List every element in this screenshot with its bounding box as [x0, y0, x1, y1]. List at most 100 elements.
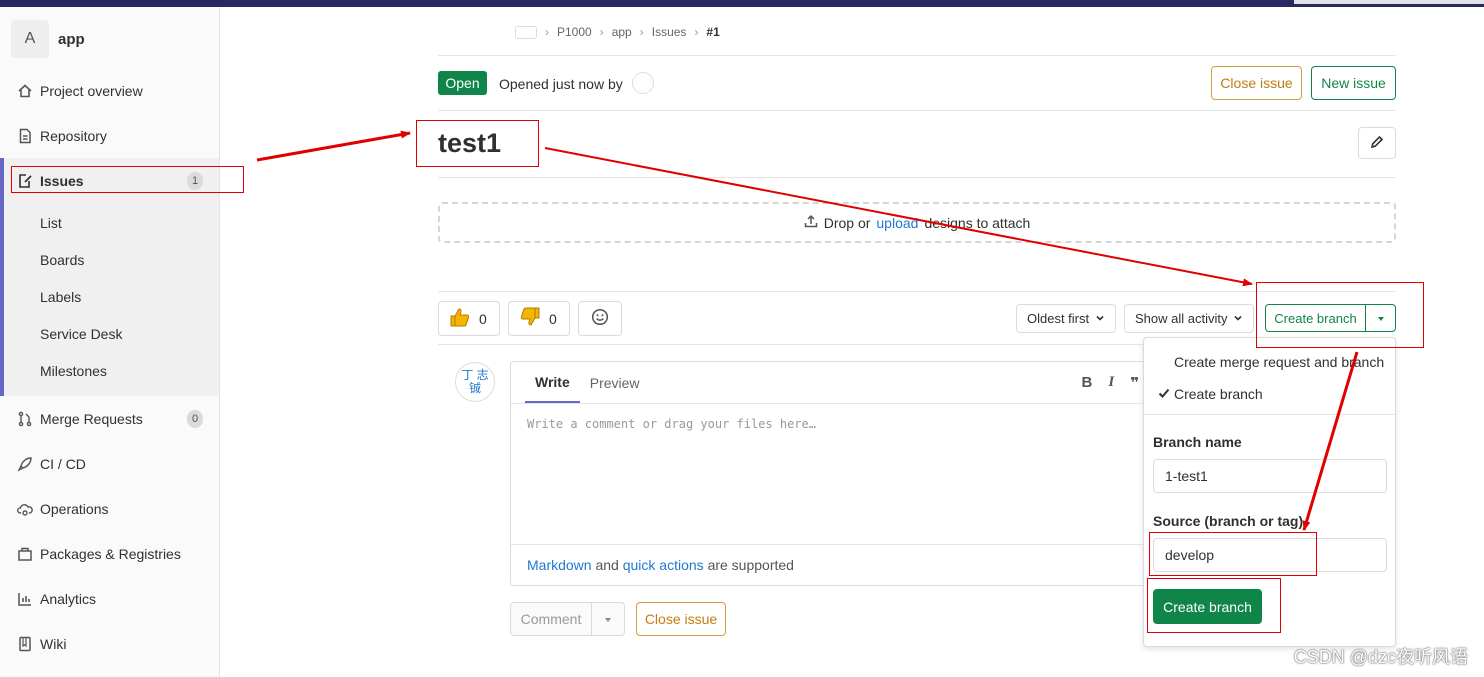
sidebar-item-ci-cd[interactable]: CI / CD — [0, 445, 219, 483]
book-icon — [17, 636, 33, 652]
project-avatar: A — [11, 20, 49, 58]
breadcrumb-item[interactable]: P1000 — [557, 25, 592, 39]
sort-order-dropdown[interactable]: Oldest first — [1016, 304, 1117, 333]
upload-link[interactable]: upload — [876, 215, 918, 231]
project-header[interactable]: A app — [11, 20, 85, 58]
sidebar: A app Project overview Repository Issues… — [0, 7, 220, 677]
sidebar-item-project-overview[interactable]: Project overview — [0, 72, 219, 110]
thumbs-up-count: 0 — [479, 310, 487, 327]
sidebar-item-packages-registries[interactable]: Packages & Registries — [0, 535, 219, 573]
option-create-branch[interactable]: Create branch — [1158, 386, 1263, 402]
breadcrumb-item[interactable]: Issues — [652, 25, 687, 39]
caret-down-icon — [603, 611, 613, 627]
issues-icon — [17, 173, 33, 189]
current-user-avatar[interactable]: 丁 志铖 — [455, 362, 495, 402]
breadcrumb-current[interactable]: #1 — [706, 25, 719, 39]
activity-filter-label: Show all activity — [1135, 311, 1228, 326]
create-branch-button[interactable]: Create branch — [1266, 305, 1366, 331]
sidebar-item-repository[interactable]: Repository — [0, 117, 219, 155]
breadcrumb-group-avatar[interactable] — [515, 25, 537, 39]
divider — [438, 55, 1396, 56]
arrow-issues-to-title — [256, 130, 411, 162]
source-input[interactable] — [1153, 538, 1387, 572]
dropdown-divider — [1144, 414, 1395, 415]
breadcrumb-separator: › — [639, 25, 644, 39]
sidebar-item-merge-requests[interactable]: Merge Requests 0 — [0, 400, 219, 438]
opened-by-text: Opened just now by — [499, 76, 623, 92]
thumbs-down-button[interactable]: 0 — [508, 301, 570, 336]
pencil-icon — [1369, 134, 1385, 153]
branch-name-input[interactable] — [1153, 459, 1387, 493]
smiley-icon — [591, 308, 609, 329]
comment-editor: Write Preview B I ❞ Write a comment or d… — [510, 361, 1160, 586]
issue-title: test1 — [438, 128, 502, 158]
breadcrumb-separator: › — [545, 25, 549, 39]
create-branch-submit-button[interactable]: Create branch — [1153, 589, 1262, 624]
merge-requests-count-badge: 0 — [187, 410, 203, 428]
top-navbar — [0, 0, 1484, 7]
design-dropzone[interactable]: Drop or upload designs to attach — [438, 202, 1396, 243]
sidebar-item-operations[interactable]: Operations — [0, 490, 219, 528]
check-icon — [1158, 386, 1170, 402]
breadcrumb-item[interactable]: app — [612, 25, 632, 39]
sidebar-item-label: Merge Requests — [40, 411, 143, 427]
home-icon — [17, 83, 33, 99]
bold-icon[interactable]: B — [1082, 374, 1093, 392]
breadcrumb: › P1000 › app › Issues › #1 — [440, 25, 720, 39]
footer-suffix: are supported — [707, 557, 794, 573]
option-create-mr-and-branch[interactable]: Create merge request and branch — [1174, 354, 1384, 370]
divider — [438, 291, 1396, 292]
sidebar-item-label: Operations — [40, 501, 109, 517]
thumbs-down-count: 0 — [549, 310, 557, 327]
editor-divider — [511, 544, 1159, 545]
create-branch-split-button: Create branch — [1265, 304, 1396, 332]
sidebar-item-label: Project overview — [40, 83, 143, 99]
tab-preview[interactable]: Preview — [580, 362, 650, 403]
comment-button[interactable]: Comment — [511, 603, 592, 635]
close-issue-bottom-button[interactable]: Close issue — [636, 602, 726, 636]
create-branch-toggle[interactable] — [1366, 305, 1395, 331]
comment-textarea[interactable]: Write a comment or drag your files here… — [527, 417, 816, 431]
sidebar-item-label: Analytics — [40, 591, 97, 607]
quick-actions-link[interactable]: quick actions — [623, 557, 704, 573]
sidebar-item-label: Repository — [40, 128, 107, 144]
italic-icon[interactable]: I — [1108, 374, 1114, 392]
sidebar-subitem-boards[interactable]: Boards — [40, 252, 84, 268]
tab-write[interactable]: Write — [525, 362, 580, 403]
new-issue-button[interactable]: New issue — [1311, 66, 1396, 100]
comment-type-toggle[interactable] — [592, 603, 624, 635]
source-label: Source (branch or tag) — [1153, 513, 1304, 529]
sidebar-item-analytics[interactable]: Analytics — [0, 580, 219, 618]
divider — [438, 110, 1396, 111]
add-reaction-button[interactable] — [578, 301, 622, 336]
chevron-down-icon — [1095, 311, 1105, 326]
breadcrumb-separator: › — [599, 25, 604, 39]
thumbs-up-button[interactable]: 0 — [438, 301, 500, 336]
thumbs-up-icon — [449, 306, 471, 331]
sidebar-subitem-milestones[interactable]: Milestones — [40, 363, 107, 379]
editor-footer: Markdown and quick actions are supported — [527, 557, 794, 573]
sidebar-subitem-service-desk[interactable]: Service Desk — [40, 326, 122, 342]
chevron-down-icon — [1233, 311, 1243, 326]
edit-title-button[interactable] — [1358, 127, 1396, 159]
status-badge: Open — [438, 71, 487, 95]
breadcrumb-separator: › — [694, 25, 699, 39]
package-icon — [17, 546, 33, 562]
sidebar-item-wiki[interactable]: Wiki — [0, 625, 219, 663]
sidebar-item-issues[interactable]: Issues 1 — [0, 162, 219, 200]
doc-icon — [17, 128, 33, 144]
markdown-link[interactable]: Markdown — [527, 557, 592, 573]
activity-filter-dropdown[interactable]: Show all activity — [1124, 304, 1255, 333]
author-avatar[interactable] — [632, 72, 654, 94]
sort-order-label: Oldest first — [1027, 311, 1090, 326]
dropzone-prefix: Drop or — [823, 214, 871, 231]
sidebar-item-label: CI / CD — [40, 456, 86, 472]
close-issue-button[interactable]: Close issue — [1211, 66, 1302, 100]
sidebar-item-label: Issues — [40, 173, 84, 189]
sidebar-subitem-list[interactable]: List — [40, 215, 62, 231]
footer-and: and — [595, 557, 619, 573]
sidebar-item-label: Wiki — [40, 636, 67, 652]
cloud-gear-icon — [17, 501, 33, 517]
sidebar-subitem-labels[interactable]: Labels — [40, 289, 81, 305]
quote-icon[interactable]: ❞ — [1130, 374, 1139, 392]
